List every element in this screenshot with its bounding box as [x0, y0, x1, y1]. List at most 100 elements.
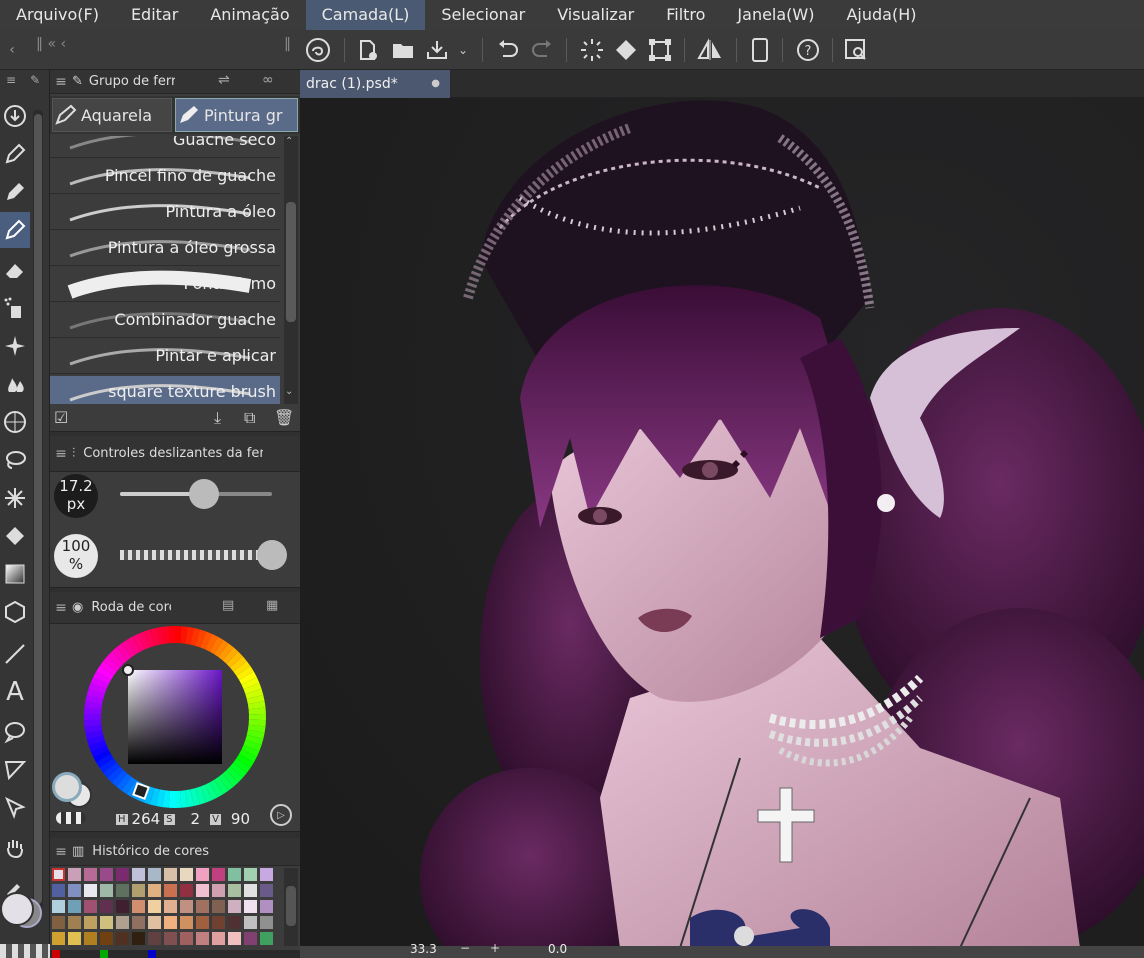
- zoom-value[interactable]: 33.3: [410, 942, 437, 956]
- color-history-swatch[interactable]: [244, 932, 257, 945]
- blend-tool-icon[interactable]: [0, 366, 30, 402]
- color-history-swatch[interactable]: [180, 868, 193, 881]
- gradient-tool-icon[interactable]: [0, 556, 30, 592]
- menu-item-4[interactable]: Selecionar: [425, 0, 541, 30]
- intermediate-color-icon[interactable]: ▦: [266, 598, 278, 613]
- balloon-tool-icon[interactable]: [0, 714, 30, 750]
- color-history-swatch[interactable]: [164, 868, 177, 881]
- color-history-swatch[interactable]: [148, 884, 161, 897]
- color-history-swatch[interactable]: [84, 916, 97, 929]
- menu-item-1[interactable]: Editar: [115, 0, 194, 30]
- color-history-swatch[interactable]: [196, 868, 209, 881]
- import-icon[interactable]: ⤓: [214, 408, 221, 428]
- color-history-swatch[interactable]: [84, 932, 97, 945]
- smartphone-icon[interactable]: [746, 36, 774, 64]
- menu-item-3[interactable]: Camada(L): [305, 0, 426, 30]
- scroll-up-icon[interactable]: ⌃: [285, 136, 293, 147]
- color-history-swatch[interactable]: [212, 916, 225, 929]
- color-history-swatch[interactable]: [52, 932, 65, 945]
- close-dot-icon[interactable]: ●: [431, 70, 440, 98]
- search-window-icon[interactable]: [842, 36, 870, 64]
- redo-icon[interactable]: [528, 36, 556, 64]
- main-color-swatch[interactable]: [0, 890, 44, 934]
- color-history-swatch[interactable]: [52, 900, 65, 913]
- color-history-swatch[interactable]: [260, 884, 273, 897]
- color-history-swatch[interactable]: [228, 916, 241, 929]
- flip-horizontal-icon[interactable]: [696, 36, 724, 64]
- color-history-swatch[interactable]: [68, 900, 81, 913]
- color-history-swatch[interactable]: [116, 900, 129, 913]
- grip-icon[interactable]: ≡: [50, 600, 72, 616]
- opacity-slider-track[interactable]: [120, 540, 287, 570]
- open-file-icon[interactable]: [390, 36, 418, 64]
- color-history-swatch[interactable]: [196, 900, 209, 913]
- color-swatch-pair[interactable]: [52, 772, 92, 812]
- object-tool-icon[interactable]: [0, 594, 30, 630]
- brush-item[interactable]: square texture brush: [50, 376, 280, 404]
- color-history-swatch[interactable]: [228, 900, 241, 913]
- menu-item-8[interactable]: Ajuda(H): [830, 0, 932, 30]
- grip-icon[interactable]: ≡: [50, 844, 72, 860]
- play-icon[interactable]: ▷: [270, 804, 292, 826]
- color-history-swatch[interactable]: [52, 916, 65, 929]
- panel-grip-icon[interactable]: ‖: [284, 36, 291, 52]
- color-history-swatch[interactable]: [260, 868, 273, 881]
- color-history-swatch[interactable]: [68, 868, 81, 881]
- clear-icon[interactable]: [578, 36, 606, 64]
- menu-item-5[interactable]: Visualizar: [541, 0, 650, 30]
- color-history-swatch[interactable]: [132, 868, 145, 881]
- color-history-swatch[interactable]: [164, 884, 177, 897]
- color-history-swatch[interactable]: [132, 932, 145, 945]
- color-history-swatch[interactable]: [212, 868, 225, 881]
- panel-collapse-icon[interactable]: ‹: [2, 36, 22, 64]
- color-set-icon[interactable]: ▤: [222, 598, 234, 613]
- ruler-tool-icon[interactable]: [0, 752, 30, 788]
- color-history-swatch[interactable]: [84, 900, 97, 913]
- brush-item[interactable]: Combinador guache: [50, 304, 280, 338]
- color-history-swatch[interactable]: [148, 868, 161, 881]
- sliders-icon[interactable]: ⇌: [218, 72, 230, 88]
- color-history-swatch[interactable]: [148, 932, 161, 945]
- opacity-slider-knob[interactable]: [257, 540, 287, 570]
- color-history-swatch[interactable]: [84, 884, 97, 897]
- history-scrollbar[interactable]: [284, 868, 298, 946]
- line-tool-icon[interactable]: [0, 636, 30, 672]
- grip-icon[interactable]: ≡: [50, 74, 72, 90]
- brush-item[interactable]: Pintura a óleo grossa: [50, 232, 280, 266]
- color-history-swatch[interactable]: [100, 868, 113, 881]
- color-history-swatch[interactable]: [68, 932, 81, 945]
- brush-list-scrollbar[interactable]: ⌃ ⌄: [284, 136, 298, 404]
- color-history-swatch[interactable]: [164, 900, 177, 913]
- operation-tool-icon[interactable]: [0, 790, 30, 826]
- menu-item-7[interactable]: Janela(W): [721, 0, 830, 30]
- brush-item[interactable]: Pintar e aplicar: [50, 340, 280, 374]
- color-history-swatch[interactable]: [196, 884, 209, 897]
- settings-checkbox-icon[interactable]: ☑: [54, 408, 68, 427]
- color-history-swatch[interactable]: [180, 884, 193, 897]
- color-history-swatch[interactable]: [132, 884, 145, 897]
- duplicate-icon[interactable]: ⧉: [244, 408, 255, 428]
- menu-item-2[interactable]: Animação: [194, 0, 305, 30]
- color-history-swatch[interactable]: [260, 916, 273, 929]
- color-history-swatch[interactable]: [244, 900, 257, 913]
- size-slider-knob[interactable]: [188, 479, 219, 509]
- brush-item[interactable]: Pincel fino de guache: [50, 160, 280, 194]
- color-history-swatch[interactable]: [212, 900, 225, 913]
- pen-tool-icon[interactable]: [0, 136, 30, 172]
- saturation-value-square[interactable]: [122, 664, 222, 764]
- color-history-swatch[interactable]: [116, 868, 129, 881]
- save-icon[interactable]: [424, 36, 452, 64]
- color-history-swatch[interactable]: [116, 916, 129, 929]
- transparent-color-swatch[interactable]: [0, 944, 50, 958]
- color-history-swatch[interactable]: [180, 900, 193, 913]
- color-history-swatch[interactable]: [164, 916, 177, 929]
- fill-tool-icon[interactable]: [0, 518, 30, 554]
- color-history-swatch[interactable]: [68, 884, 81, 897]
- color-history-swatch[interactable]: [244, 916, 257, 929]
- trash-icon[interactable]: 🗑: [274, 408, 294, 427]
- color-history-swatch[interactable]: [100, 900, 113, 913]
- color-history-swatch[interactable]: [148, 916, 161, 929]
- color-history-swatch[interactable]: [180, 932, 193, 945]
- brush-item[interactable]: Guache seco: [50, 136, 280, 158]
- color-history-swatch[interactable]: [180, 916, 193, 929]
